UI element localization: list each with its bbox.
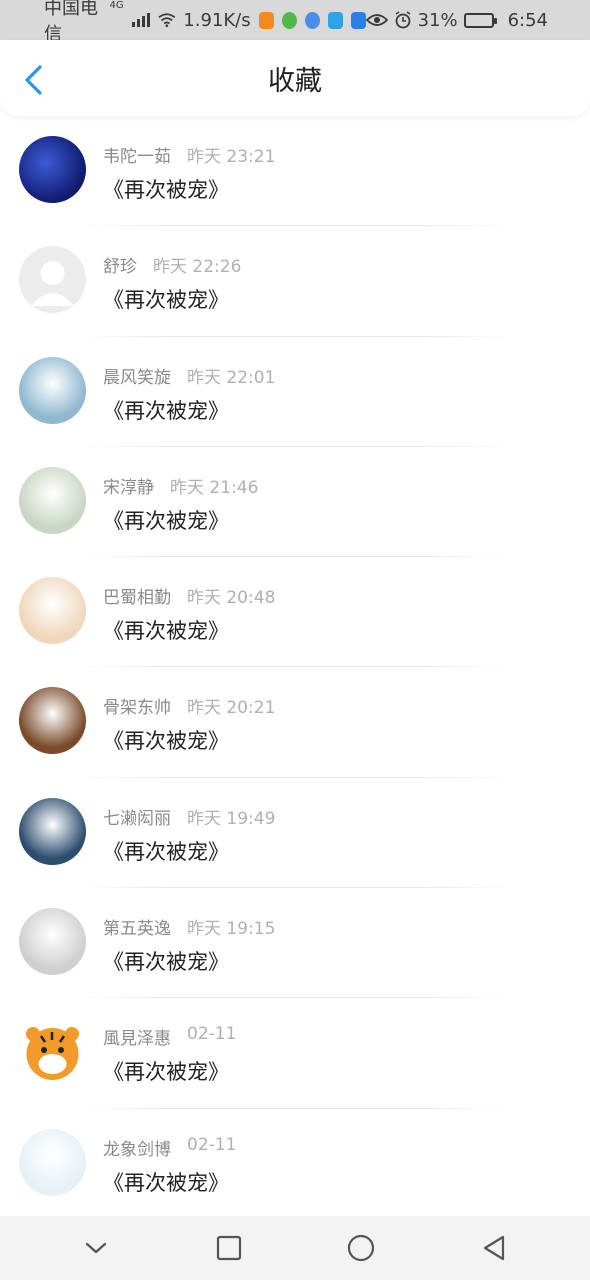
user-name[interactable]: 七濑闳丽: [103, 804, 171, 829]
avatar[interactable]: [19, 466, 86, 534]
favorite-title[interactable]: 《再次被宠》: [103, 1056, 229, 1086]
app-notification-icon: [281, 11, 297, 29]
timestamp: 昨天 22:26: [153, 257, 242, 278]
avatar[interactable]: [19, 797, 86, 865]
avatar[interactable]: [19, 246, 86, 314]
app-notification-icon: [304, 11, 320, 29]
favorite-title[interactable]: 《再次被宠》: [103, 174, 229, 204]
timestamp: 02-11: [187, 1024, 237, 1045]
timestamp: 昨天 20:21: [187, 698, 276, 719]
avatar[interactable]: [19, 577, 86, 645]
item-meta: 韦陀一茹 昨天 23:21: [103, 142, 275, 167]
user-name[interactable]: 晨风笑旋: [103, 363, 171, 388]
user-name[interactable]: 第五英逸: [103, 914, 171, 939]
item-meta: 第五英逸 昨天 19:15: [103, 914, 275, 939]
back-button[interactable]: [474, 1228, 514, 1268]
user-name[interactable]: 舒珍: [103, 252, 137, 277]
timestamp: 昨天 20:48: [187, 588, 276, 609]
network-type: 4G: [109, 0, 124, 11]
user-name[interactable]: 巴蜀相勤: [103, 583, 171, 608]
item-meta: 晨风笑旋 昨天 22:01: [103, 363, 275, 388]
favorite-title[interactable]: 《再次被宠》: [103, 946, 229, 976]
list-item[interactable]: 骨架东帅 昨天 20:21 《再次被宠》: [0, 667, 590, 778]
chevron-left-icon[interactable]: [20, 64, 48, 96]
chevron-down-icon[interactable]: [76, 1228, 116, 1268]
item-meta: 龙象剑博 02-11: [103, 1135, 236, 1160]
avatar[interactable]: [19, 1018, 86, 1086]
list-item[interactable]: 舒珍 昨天 22:26 《再次被宠》: [0, 226, 590, 337]
tiger-avatar-icon: [26, 1027, 79, 1081]
list-item[interactable]: 韦陀一茹 昨天 23:21 《再次被宠》: [0, 116, 590, 227]
timestamp: 昨天 23:21: [187, 147, 276, 167]
timestamp: 02-11: [187, 1134, 237, 1155]
circle-icon: [348, 1234, 375, 1262]
favorite-title[interactable]: 《再次被宠》: [103, 505, 229, 535]
app-notification-icon: [350, 11, 366, 29]
square-icon: [216, 1235, 241, 1261]
triangle-back-icon: [483, 1235, 504, 1261]
favorite-title[interactable]: 《再次被宠》: [103, 615, 229, 645]
battery-icon: [463, 12, 497, 28]
list-item[interactable]: 龙象剑博 02-11 《再次被宠》: [0, 1109, 590, 1219]
status-bar: 中国电信 4G 1.91K/s 31% 6:54: [0, 0, 590, 45]
header: 收藏: [0, 40, 590, 116]
avatar[interactable]: [19, 908, 86, 976]
list-item[interactable]: 宋淳静 昨天 21:46 《再次被宠》: [0, 447, 590, 558]
avatar[interactable]: [19, 687, 86, 755]
clock: 6:54: [507, 9, 548, 31]
item-meta: 七濑闳丽 昨天 19:49: [103, 804, 275, 829]
list-item[interactable]: 七濑闳丽 昨天 19:49 《再次被宠》: [0, 778, 590, 889]
avatar[interactable]: [19, 136, 86, 203]
eye-icon: [365, 14, 388, 26]
timestamp: 昨天 19:49: [187, 808, 276, 829]
favorite-title[interactable]: 《再次被宠》: [103, 836, 229, 866]
list-item[interactable]: 風見泽惠 02-11 《再次被宠》: [0, 998, 590, 1109]
favorite-title[interactable]: 《再次被宠》: [103, 725, 229, 755]
signal-icon: [131, 13, 150, 27]
wifi-icon: [157, 13, 175, 28]
item-meta: 骨架东帅 昨天 20:21: [103, 693, 275, 718]
favorite-title[interactable]: 《再次被宠》: [103, 1167, 229, 1197]
timestamp: 昨天 19:15: [187, 919, 276, 940]
favorite-title[interactable]: 《再次被宠》: [103, 284, 229, 314]
app-notification-icon: [258, 11, 274, 29]
alarm-icon: [395, 11, 411, 29]
favorite-title[interactable]: 《再次被宠》: [103, 395, 229, 425]
list-item[interactable]: 巴蜀相勤 昨天 20:48 《再次被宠》: [0, 557, 590, 668]
avatar[interactable]: [19, 1128, 86, 1196]
item-meta: 舒珍 昨天 22:26: [103, 252, 241, 277]
app-notification-icon: [327, 11, 343, 29]
item-meta: 宋淳静 昨天 21:46: [103, 473, 258, 498]
user-name[interactable]: 骨架东帅: [103, 693, 171, 718]
list-item[interactable]: 晨风笑旋 昨天 22:01 《再次被宠》: [0, 337, 590, 447]
battery-level: 31%: [417, 9, 458, 31]
timestamp: 昨天 22:01: [187, 367, 276, 388]
page-title: 收藏: [268, 65, 322, 97]
default-avatar-icon: [19, 246, 86, 314]
user-name[interactable]: 風見泽惠: [103, 1024, 171, 1049]
user-name[interactable]: 龙象剑博: [103, 1135, 171, 1160]
home-button[interactable]: [341, 1228, 381, 1268]
favorites-list: 韦陀一茹 昨天 23:21 《再次被宠》 舒珍 昨天 22:26 《再次被宠》 …: [0, 116, 590, 1219]
item-meta: 巴蜀相勤 昨天 20:48: [103, 583, 275, 608]
avatar[interactable]: [19, 356, 86, 424]
system-nav-bar: [0, 1216, 590, 1280]
network-speed: 1.91K/s: [183, 9, 251, 31]
list-item[interactable]: 第五英逸 昨天 19:15 《再次被宠》: [0, 888, 590, 999]
user-name[interactable]: 韦陀一茹: [103, 142, 171, 167]
recent-apps-button[interactable]: [209, 1228, 249, 1268]
item-meta: 風見泽惠 02-11: [103, 1024, 236, 1049]
user-name[interactable]: 宋淳静: [103, 473, 154, 498]
timestamp: 昨天 21:46: [170, 477, 259, 498]
